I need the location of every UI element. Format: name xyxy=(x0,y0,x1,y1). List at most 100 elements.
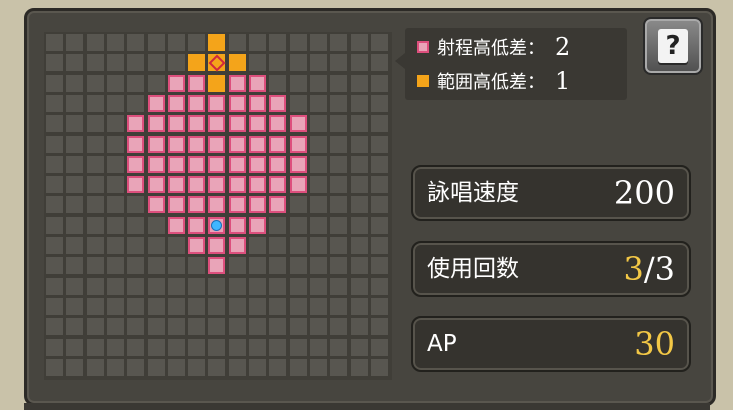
range-cell xyxy=(188,176,206,194)
grid-cell xyxy=(188,318,206,336)
grid-cell xyxy=(228,358,246,376)
grid-cell xyxy=(46,358,63,376)
grid-cell xyxy=(106,34,124,51)
grid-cell xyxy=(127,196,145,214)
range-cell xyxy=(269,176,287,194)
grid-cell xyxy=(167,277,185,295)
grid-cell xyxy=(66,115,84,133)
grid-cell xyxy=(249,34,266,51)
grid-cell xyxy=(167,318,185,336)
grid-cell xyxy=(106,135,124,153)
range-cell xyxy=(167,155,185,173)
area-cell xyxy=(208,34,226,51)
uses-label: 使用回数 xyxy=(427,256,519,282)
range-cell xyxy=(147,176,165,194)
grid-cell xyxy=(249,54,266,72)
range-cell xyxy=(208,155,226,173)
ap-value: 30 xyxy=(634,325,675,363)
grid-cell xyxy=(228,257,246,275)
grid-cell xyxy=(330,257,348,275)
grid-cell xyxy=(208,338,226,356)
grid-cell xyxy=(350,237,368,254)
grid-cell xyxy=(106,54,124,72)
grid-cell xyxy=(330,34,348,51)
range-cell xyxy=(208,257,226,275)
grid-cell xyxy=(249,277,266,295)
range-cell xyxy=(208,237,226,254)
grid-cell xyxy=(167,297,185,315)
grid-cell xyxy=(106,216,124,234)
grid-cell xyxy=(269,34,287,51)
range-cell xyxy=(228,94,246,112)
grid-cell xyxy=(188,358,206,376)
grid-cell xyxy=(86,237,104,254)
range-cell xyxy=(249,176,266,194)
uses-current: 3 xyxy=(623,250,644,288)
grid-cell xyxy=(106,196,124,214)
grid-cell xyxy=(289,54,307,72)
range-cell xyxy=(228,237,246,254)
grid-cell xyxy=(106,318,124,336)
grid-cell xyxy=(350,277,368,295)
grid-cell xyxy=(46,237,63,254)
range-cell xyxy=(249,115,266,133)
grid-cell xyxy=(350,34,368,51)
grid-cell xyxy=(309,74,327,92)
uses-value: 3/3 xyxy=(624,243,676,295)
grid-cell xyxy=(269,297,287,315)
grid-cell xyxy=(167,358,185,376)
grid-cell xyxy=(309,115,327,133)
grid-cell xyxy=(86,318,104,336)
grid-cell xyxy=(46,257,63,275)
range-cell xyxy=(167,196,185,214)
grid-cell xyxy=(66,338,84,356)
grid-cell xyxy=(66,74,84,92)
grid-cell xyxy=(309,54,327,72)
grid-cell xyxy=(66,358,84,376)
grid-cell xyxy=(350,176,368,194)
grid-cell xyxy=(167,34,185,51)
grid-cell xyxy=(66,216,84,234)
grid-cell xyxy=(289,297,307,315)
range-cell xyxy=(188,135,206,153)
grid-cell xyxy=(127,257,145,275)
grid-cell xyxy=(309,216,327,234)
range-cell xyxy=(249,74,266,92)
grid-cell xyxy=(350,257,368,275)
grid-cell xyxy=(249,237,266,254)
range-cell xyxy=(147,94,165,112)
range-cell xyxy=(127,135,145,153)
grid-cell xyxy=(46,297,63,315)
range-cell xyxy=(167,216,185,234)
range-cell xyxy=(188,94,206,112)
grid-cell xyxy=(127,94,145,112)
range-cell xyxy=(269,196,287,214)
grid-cell xyxy=(106,277,124,295)
grid-cell xyxy=(289,338,307,356)
grid-cell xyxy=(370,277,388,295)
grid-cell xyxy=(208,358,226,376)
grid-cell xyxy=(147,237,165,254)
grid-cell xyxy=(370,135,388,153)
grid-cell xyxy=(370,196,388,214)
range-cell xyxy=(147,155,165,173)
grid-cell xyxy=(269,257,287,275)
grid-cell xyxy=(46,74,63,92)
range-cell xyxy=(188,155,206,173)
range-cell xyxy=(147,196,165,214)
range-cell xyxy=(228,74,246,92)
range-cell xyxy=(249,94,266,112)
grid-cell xyxy=(66,318,84,336)
grid-cell xyxy=(370,74,388,92)
range-cell xyxy=(147,115,165,133)
grid-cell xyxy=(66,277,84,295)
grid-cell xyxy=(188,277,206,295)
grid-cell xyxy=(127,318,145,336)
help-button[interactable]: ? xyxy=(643,17,703,75)
grid-cell xyxy=(147,358,165,376)
grid-cell xyxy=(147,216,165,234)
grid-cell xyxy=(46,338,63,356)
range-cell xyxy=(127,176,145,194)
grid-cell xyxy=(370,34,388,51)
range-cell xyxy=(228,135,246,153)
